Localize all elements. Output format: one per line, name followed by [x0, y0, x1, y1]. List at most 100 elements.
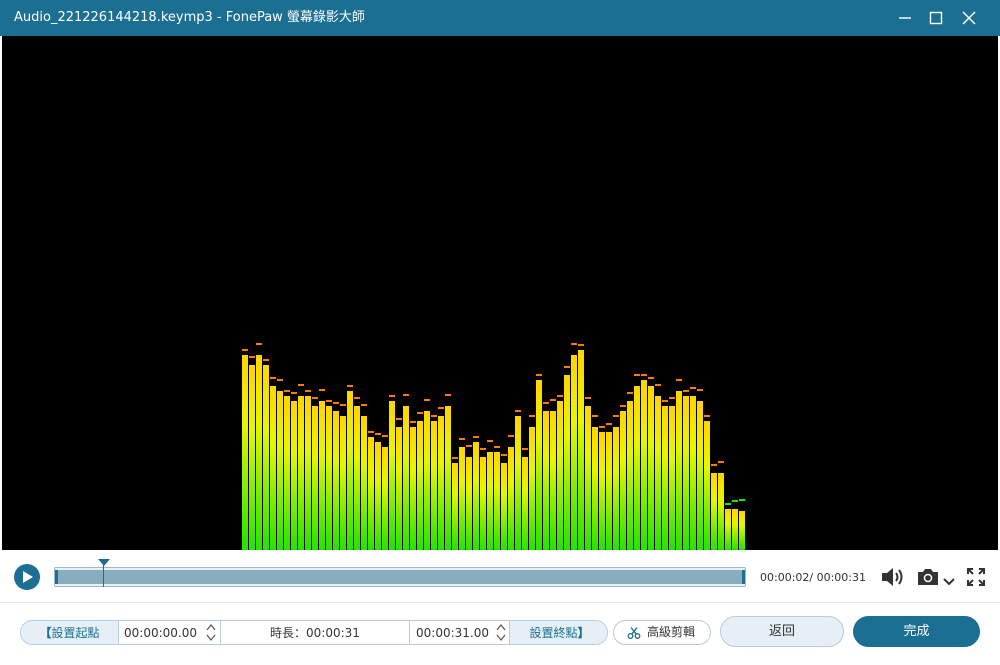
- spectrum-bar: [263, 365, 269, 550]
- screenshot-button[interactable]: [916, 567, 940, 591]
- spectrum-peak-marker: [732, 500, 738, 502]
- playhead-marker: [98, 559, 110, 566]
- spectrum-bar: [599, 432, 605, 550]
- spectrum-bar: [410, 427, 416, 550]
- timeline-track[interactable]: [54, 559, 746, 587]
- spectrum-peak-marker: [284, 390, 290, 392]
- spectrum-bar: [606, 432, 612, 550]
- volume-button[interactable]: [880, 566, 906, 592]
- spectrum-peak-marker: [438, 407, 444, 409]
- spectrum-bar: [361, 416, 367, 550]
- set-end-label: 設置終點: [529, 626, 578, 640]
- spectrum-bar: [375, 442, 381, 550]
- spectrum-peak-marker: [403, 394, 409, 396]
- spectrum-peak-marker: [494, 446, 500, 448]
- playhead-line: [103, 565, 104, 587]
- spectrum-bar: [669, 406, 675, 550]
- spectrum-bar: [340, 416, 346, 550]
- spectrum-peak-marker: [270, 377, 276, 379]
- spectrum-peak-marker: [354, 397, 360, 399]
- spectrum-peak-marker: [480, 448, 486, 450]
- maximize-button[interactable]: [919, 0, 953, 36]
- spectrum-bar: [690, 396, 696, 550]
- spectrum-bar: [242, 355, 248, 550]
- spectrum-peak-marker: [431, 415, 437, 417]
- set-start-label: 設置起點: [51, 626, 100, 640]
- back-button[interactable]: 返回: [720, 616, 844, 647]
- spectrum-bar: [319, 401, 325, 550]
- spectrum-peak-marker: [305, 390, 311, 392]
- close-button[interactable]: [952, 0, 986, 36]
- spectrum-bar: [452, 463, 458, 550]
- done-button[interactable]: 完成: [853, 616, 980, 647]
- spectrum-peak-marker: [585, 397, 591, 399]
- advanced-edit-label: 高級剪輯: [647, 625, 696, 639]
- spectrum-peak-marker: [361, 404, 367, 406]
- spectrum-peak-marker: [697, 389, 703, 391]
- start-time-stepper[interactable]: [206, 622, 216, 643]
- spectrum-bar: [739, 511, 745, 550]
- play-button[interactable]: [14, 564, 40, 590]
- spectrum-bar: [249, 365, 255, 550]
- screenshot-options-dropdown[interactable]: [942, 572, 956, 591]
- spectrum-bar: [256, 355, 262, 550]
- advanced-edit-button[interactable]: 高級剪輯: [613, 620, 711, 645]
- trim-end-handle[interactable]: [742, 570, 745, 584]
- trim-start-handle[interactable]: [55, 570, 58, 584]
- spectrum-peak-marker: [711, 464, 717, 466]
- spectrum-peak-marker: [410, 421, 416, 423]
- spectrum-peak-marker: [634, 374, 640, 376]
- spectrum-peak-marker: [599, 426, 605, 428]
- spectrum-peak-marker: [487, 440, 493, 442]
- playhead[interactable]: [98, 559, 110, 587]
- trim-range-bar: 【設置起點 00:00:00.00 時長：00:00:31 00:00:31.0…: [20, 620, 608, 645]
- spectrum-bar: [585, 406, 591, 550]
- spectrum-peak-marker: [452, 457, 458, 459]
- end-time-stepper[interactable]: [496, 622, 506, 643]
- spectrum-bar: [704, 421, 710, 550]
- minimize-button[interactable]: [888, 0, 922, 36]
- spectrum-peak-marker: [501, 454, 507, 456]
- spectrum-bar: [648, 386, 654, 550]
- end-time-value: 00:00:31.00: [416, 626, 489, 640]
- spectrum-bar: [536, 380, 542, 550]
- spectrum-bar: [501, 463, 507, 550]
- spectrum-peak-marker: [389, 395, 395, 397]
- start-time-value: 00:00:00.00: [124, 626, 197, 640]
- spectrum-peak-marker: [445, 394, 451, 396]
- spectrum-peak-marker: [613, 415, 619, 417]
- spectrum-peak-marker: [368, 431, 374, 433]
- chevron-up-down-icon: [206, 624, 216, 641]
- close-icon: [962, 11, 976, 25]
- spectrum-bar: [473, 442, 479, 550]
- spectrum-peak-marker: [592, 415, 598, 417]
- spectrum-peak-marker: [263, 359, 269, 361]
- spectrum-bar: [557, 401, 563, 550]
- spectrum-peak-marker: [557, 395, 563, 397]
- spectrum-peak-marker: [459, 438, 465, 440]
- end-time-input[interactable]: 00:00:31.00: [410, 621, 510, 644]
- set-end-button[interactable]: 設置終點】: [510, 621, 607, 644]
- spectrum-bar: [543, 411, 549, 550]
- set-start-button[interactable]: 【設置起點: [21, 621, 119, 644]
- spectrum-peak-marker: [662, 400, 668, 402]
- spectrum-peak-marker: [291, 392, 297, 394]
- spectrum-bar: [487, 452, 493, 550]
- spectrum-peak-marker: [718, 461, 724, 463]
- spectrum-bar: [270, 386, 276, 550]
- audio-spectrum-visualizer: [242, 343, 745, 550]
- spectrum-bar: [627, 401, 633, 550]
- spectrum-peak-marker: [725, 503, 731, 505]
- spectrum-bar: [438, 416, 444, 550]
- fullscreen-button[interactable]: [966, 567, 986, 591]
- spectrum-peak-marker: [655, 384, 661, 386]
- spectrum-bar: [424, 411, 430, 550]
- spectrum-peak-marker: [242, 349, 248, 351]
- spectrum-bar: [711, 473, 717, 550]
- window-title: Audio_221226144218.keymp3 - FonePaw 螢幕錄影…: [14, 10, 365, 25]
- spectrum-bar: [298, 396, 304, 550]
- chevron-down-icon: [943, 578, 955, 586]
- spectrum-bar: [564, 375, 570, 550]
- spectrum-bar: [466, 457, 472, 550]
- spectrum-bar: [389, 401, 395, 550]
